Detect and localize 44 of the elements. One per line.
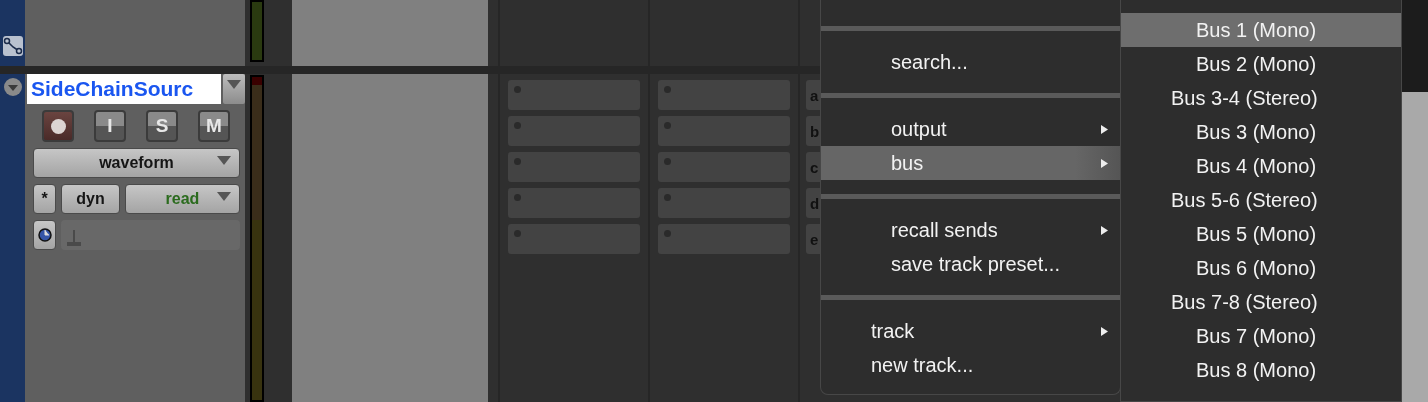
menu-item[interactable]: Bus 7-8 (Stereo): [1121, 285, 1401, 319]
track-menu-button[interactable]: [223, 74, 245, 104]
insert-slot[interactable]: [658, 152, 790, 182]
insert-slot[interactable]: [658, 224, 790, 254]
menu-item[interactable]: bus: [821, 146, 1120, 180]
caret-icon: [217, 192, 231, 201]
track-name-field[interactable]: SideChainSourc: [27, 74, 222, 104]
menu-item[interactable]: Bus 2 (Mono): [1121, 47, 1401, 81]
menu-item[interactable]: search...: [821, 45, 1120, 79]
insert-slot[interactable]: [508, 188, 640, 218]
insert-slot[interactable]: [658, 188, 790, 218]
clock-icon: [37, 228, 52, 242]
menu-item[interactable]: new track...: [821, 348, 1120, 382]
menu-item[interactable]: recall sends: [821, 213, 1120, 247]
menu-item[interactable]: Bus 6 (Mono): [1121, 251, 1401, 285]
menu-item[interactable]: Bus 7 (Mono): [1121, 319, 1401, 353]
menu-item[interactable]: output: [821, 112, 1120, 146]
menu-item[interactable]: save track preset...: [821, 247, 1120, 281]
marker-icon: [67, 230, 81, 246]
menu-item[interactable]: Bus 5 (Mono): [1121, 217, 1401, 251]
caret-icon: [217, 156, 231, 165]
insert-slot[interactable]: [508, 152, 640, 182]
menu-item[interactable]: Bus 3 (Mono): [1121, 115, 1401, 149]
menu-item[interactable]: Bus 1 (Mono): [1121, 13, 1401, 47]
insert-slot[interactable]: [658, 80, 790, 110]
insert-slot[interactable]: [508, 80, 640, 110]
expand-icon[interactable]: [3, 78, 22, 96]
caret-icon: [227, 80, 242, 89]
menu-item[interactable]: track: [821, 314, 1120, 348]
timebase-button[interactable]: [33, 220, 56, 250]
insert-slot[interactable]: [658, 116, 790, 146]
record-button[interactable]: [42, 110, 74, 142]
marker-field[interactable]: [61, 220, 240, 250]
insert-slot[interactable]: [508, 116, 640, 146]
menu-item[interactable]: Bus 4 (Mono): [1121, 149, 1401, 183]
routing-icon[interactable]: [2, 36, 23, 56]
menu-item[interactable]: Bus 8 (Mono): [1121, 353, 1401, 387]
menu-item[interactable]: Bus 3-4 (Stereo): [1121, 81, 1401, 115]
insert-slot[interactable]: [508, 224, 640, 254]
asterisk-button[interactable]: *: [33, 184, 56, 214]
view-selector[interactable]: waveform: [33, 148, 240, 178]
dyn-button[interactable]: dyn: [61, 184, 120, 214]
menu-item[interactable]: Bus 5-6 (Stereo): [1121, 183, 1401, 217]
level-meter: [250, 0, 264, 62]
